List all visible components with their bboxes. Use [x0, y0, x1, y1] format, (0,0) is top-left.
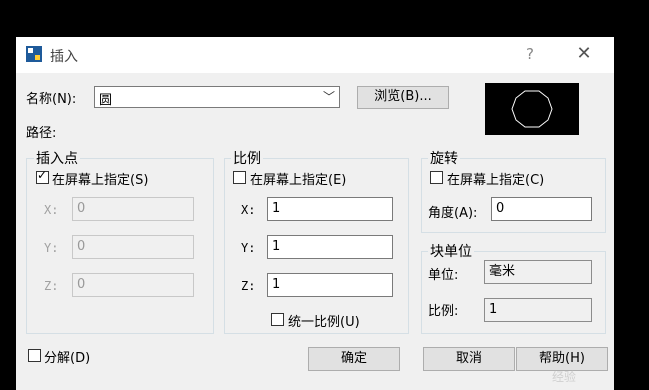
title-bar: 插入 ? ✕ [16, 37, 614, 73]
name-combobox[interactable]: 圆 ﹀ [94, 86, 340, 108]
insert-x-input[interactable]: 0 [72, 197, 194, 221]
name-label: 名称(N): [26, 92, 77, 107]
uniform-scale-checkbox[interactable] [271, 313, 284, 326]
rotation-specify-label: 在屏幕上指定(C) [447, 173, 545, 188]
insert-y-label: Y: [44, 241, 59, 255]
scale-y-input[interactable]: 1 [267, 235, 393, 259]
help-question-button[interactable]: ? [520, 43, 540, 65]
autocad-insert-icon [26, 46, 42, 62]
insert-dialog: 插入 ? ✕ 名称(N): 圆 ﹀ 浏览(B)... 路径: 插入点 在屏幕上指… [16, 37, 614, 390]
dialog-title: 插入 [50, 49, 78, 65]
insert-y-input[interactable]: 0 [72, 235, 194, 259]
insert-x-label: X: [44, 203, 59, 217]
insert-point-title: 插入点 [34, 148, 80, 168]
insert-z-input[interactable]: 0 [72, 273, 194, 297]
path-label: 路径: [26, 126, 57, 141]
ok-button[interactable]: 确定 [308, 347, 400, 371]
scale-z-input[interactable]: 1 [267, 273, 393, 297]
insert-point-specify-label: 在屏幕上指定(S) [52, 173, 149, 188]
insert-point-specify-checkbox[interactable] [36, 168, 49, 184]
scale-title: 比例 [231, 148, 263, 168]
circle-block-preview [511, 90, 553, 128]
unit-label: 单位: [428, 268, 459, 283]
uniform-scale-label: 统一比例(U) [288, 315, 360, 330]
block-unit-title: 块单位 [428, 241, 474, 261]
rotation-specify-checkbox[interactable] [430, 171, 443, 184]
angle-label: 角度(A): [428, 206, 478, 221]
block-preview [485, 83, 579, 135]
browse-button[interactable]: 浏览(B)... [357, 86, 449, 109]
explode-label: 分解(D) [44, 351, 91, 366]
unit-value: 毫米 [484, 260, 592, 284]
watermark: 经验 [552, 370, 577, 384]
factor-value: 1 [484, 298, 592, 322]
insert-z-label: Z: [44, 279, 59, 293]
name-value: 圆 [99, 93, 113, 108]
scale-y-label: Y: [241, 241, 256, 255]
angle-input[interactable]: 0 [491, 197, 592, 221]
chevron-down-icon[interactable]: ﹀ [323, 88, 335, 105]
scale-specify-checkbox[interactable] [233, 171, 246, 184]
explode-checkbox[interactable] [28, 349, 41, 362]
factor-label: 比例: [428, 304, 459, 319]
scale-specify-label: 在屏幕上指定(E) [250, 173, 347, 188]
scale-x-label: X: [241, 203, 256, 217]
close-button[interactable]: ✕ [572, 42, 596, 66]
cancel-button[interactable]: 取消 [423, 347, 515, 371]
scale-x-input[interactable]: 1 [267, 197, 393, 221]
rotation-title: 旋转 [428, 148, 460, 168]
scale-z-label: Z: [241, 279, 256, 293]
